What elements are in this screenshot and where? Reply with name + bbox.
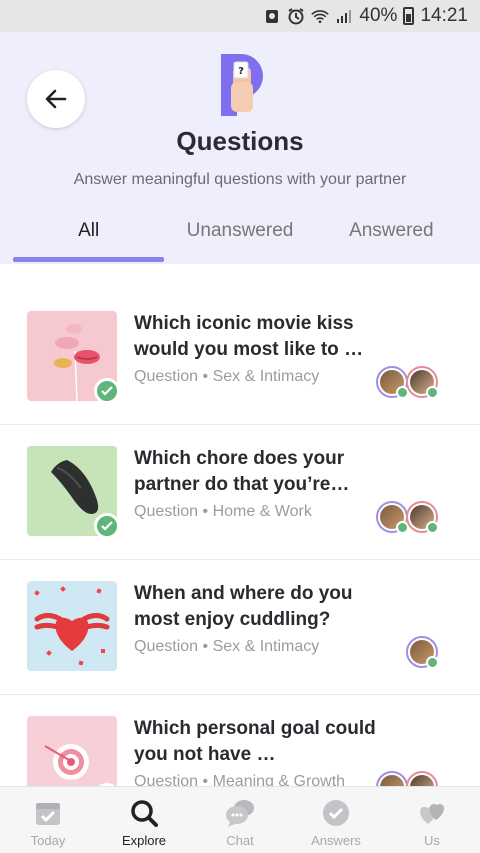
question-title: When and where do you most enjoy cuddlin… [134, 583, 353, 630]
signal-icon [335, 7, 353, 25]
question-category: Sex & Intimacy [212, 368, 320, 385]
question-category: Home & Work [212, 503, 312, 520]
avatar [376, 366, 409, 399]
battery-icon [403, 7, 415, 25]
question-type: Question [134, 368, 199, 385]
nav-us[interactable]: Us [384, 787, 480, 853]
question-thumbnail [27, 581, 117, 671]
question-list: Which iconic movie kiss would you most l… [0, 290, 480, 786]
battery-percent: 40% [359, 5, 398, 26]
nav-label: Us [424, 833, 440, 848]
header: ? Questions Answer meaningful questions … [0, 32, 480, 264]
nav-label: Chat [226, 833, 254, 848]
tab-bar: All Unanswered Answered [13, 212, 467, 262]
question-category: Sex & Intimacy [212, 638, 320, 655]
clock: 14:21 [420, 5, 468, 26]
hearts-icon [416, 797, 448, 829]
question-type: Question [134, 503, 199, 520]
wifi-icon [311, 7, 330, 25]
page-subtitle: Answer meaningful questions with your pa… [73, 171, 407, 188]
avatar [406, 771, 438, 786]
question-type: Question [134, 638, 199, 655]
avatar [406, 366, 439, 399]
meta-separator: • [202, 368, 209, 385]
bottom-nav: Today Explore Chat Answers Us [0, 786, 480, 853]
back-button[interactable] [27, 70, 85, 128]
nav-label: Explore [121, 833, 167, 848]
question-meta: Question • Meaning & Growth [134, 773, 345, 786]
nav-today[interactable]: Today [0, 787, 96, 853]
partner-avatars [376, 771, 438, 786]
notification-icon [263, 7, 281, 25]
tab-all[interactable]: All [13, 212, 165, 262]
answered-check-icon [94, 513, 120, 539]
page-title: Questions [176, 126, 304, 156]
chat-bubbles-icon [224, 797, 256, 829]
arrow-left-icon [45, 89, 67, 109]
question-item[interactable]: Which personal goal could you not have …… [0, 695, 480, 786]
questions-logo-icon: ? [221, 54, 263, 116]
meta-separator: • [202, 503, 209, 520]
partner-avatars [406, 636, 439, 669]
nav-explore[interactable]: Explore [96, 787, 192, 853]
question-item[interactable]: Which iconic movie kiss would you most l… [0, 290, 480, 425]
partner-avatars [376, 366, 439, 399]
nav-label: Today [30, 833, 66, 848]
question-meta: Question • Sex & Intimacy [134, 368, 319, 386]
target-icon [44, 744, 89, 780]
question-meta: Question • Home & Work [134, 503, 312, 521]
status-bar: 40% 14:21 [0, 0, 480, 32]
tab-answered[interactable]: Answered [316, 212, 467, 262]
question-title: Which chore does your partner do that yo… [134, 448, 350, 495]
partner-avatars [376, 501, 439, 534]
calendar-check-icon [32, 797, 64, 829]
question-category: Meaning & Growth [212, 773, 346, 786]
nav-chat[interactable]: Chat [192, 787, 288, 853]
nav-label: Answers [311, 833, 361, 848]
heart-with-wings-icon [34, 586, 110, 666]
avatar [406, 636, 439, 669]
tab-unanswered[interactable]: Unanswered [164, 212, 315, 262]
alarm-icon [287, 7, 305, 25]
avatar-check-icon [426, 521, 439, 534]
avatar [376, 771, 408, 786]
question-thumbnail [27, 716, 117, 786]
question-title: Which personal goal could you not have … [134, 718, 376, 765]
question-title: Which iconic movie kiss would you most l… [134, 313, 364, 360]
question-type: Question [134, 773, 199, 786]
avatar [406, 501, 439, 534]
svg-text:?: ? [238, 66, 244, 77]
search-icon [128, 797, 160, 829]
check-circle-icon [320, 797, 352, 829]
meta-separator: • [202, 773, 209, 786]
question-item[interactable]: Which chore does your partner do that yo… [0, 425, 480, 560]
question-meta: Question • Sex & Intimacy [134, 638, 319, 656]
answered-check-icon [94, 378, 120, 404]
question-item[interactable]: When and where do you most enjoy cuddlin… [0, 560, 480, 695]
avatar [376, 501, 409, 534]
avatar-check-icon [426, 656, 439, 669]
avatar-check-icon [426, 386, 439, 399]
meta-separator: • [202, 638, 209, 655]
nav-answers[interactable]: Answers [288, 787, 384, 853]
